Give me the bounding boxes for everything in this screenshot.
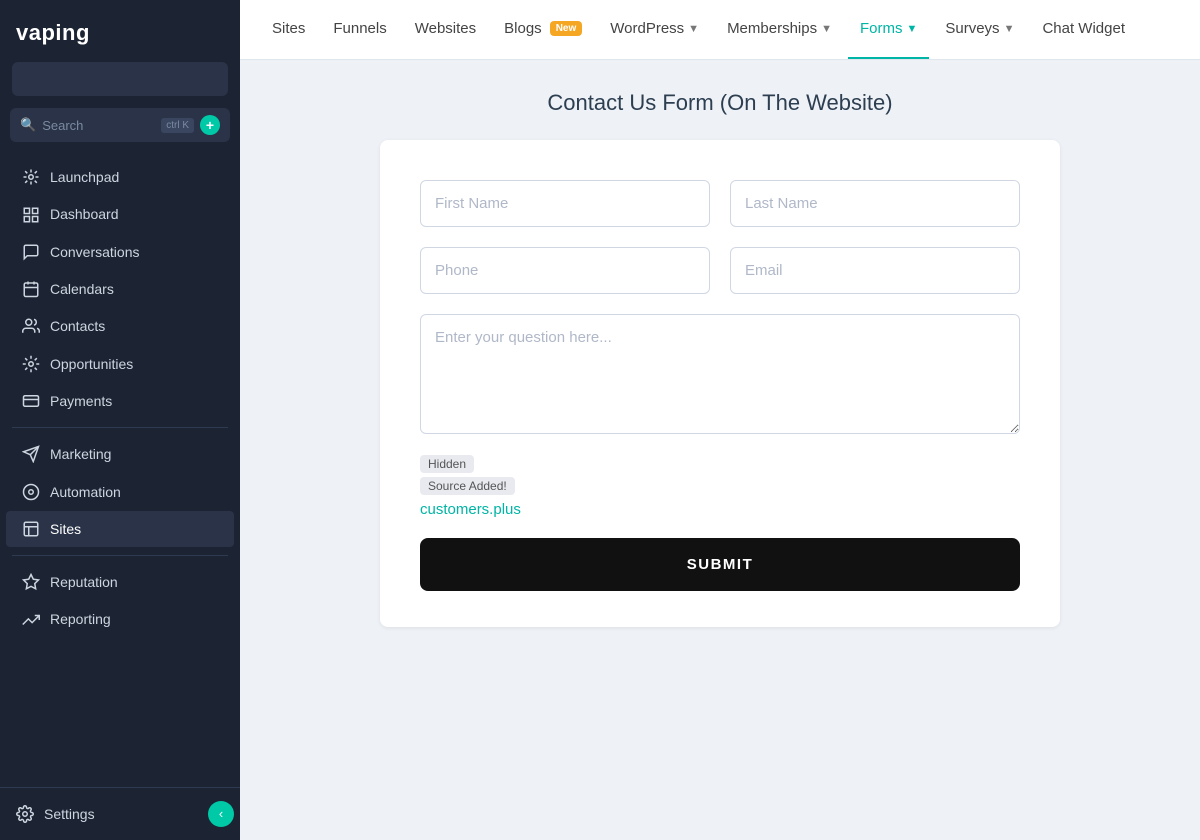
contacts-icon bbox=[22, 317, 40, 335]
topnav-item-chat-widget[interactable]: Chat Widget bbox=[1030, 0, 1137, 59]
sidebar-item-opportunities[interactable]: Opportunities bbox=[6, 345, 234, 381]
topnav-item-sites[interactable]: Sites bbox=[260, 0, 317, 59]
sidebar-item-label: Opportunities bbox=[50, 356, 133, 372]
grid-icon bbox=[22, 205, 40, 223]
search-icon: 🔍 bbox=[20, 117, 36, 133]
sidebar-item-label: Calendars bbox=[50, 281, 114, 297]
email-input[interactable] bbox=[730, 247, 1020, 294]
form-card: Hidden Source Added! customers.plus SUBM… bbox=[380, 140, 1060, 627]
chevron-down-icon: ▼ bbox=[821, 23, 832, 35]
sidebar-item-label: Marketing bbox=[50, 446, 111, 462]
sidebar-item-label: Reporting bbox=[50, 611, 111, 627]
chevron-left-icon: ‹ bbox=[219, 806, 223, 821]
sidebar-item-calendars[interactable]: Calendars bbox=[6, 271, 234, 307]
sidebar-item-label: Dashboard bbox=[50, 206, 119, 222]
automation-icon bbox=[22, 482, 40, 500]
sidebar-item-label: Launchpad bbox=[50, 169, 119, 185]
sidebar-item-label: Automation bbox=[50, 484, 121, 500]
last-name-input[interactable] bbox=[730, 180, 1020, 227]
settings-label: Settings bbox=[44, 806, 95, 822]
content-area: Contact Us Form (On The Website) Hidden … bbox=[240, 60, 1200, 840]
reputation-icon bbox=[22, 573, 40, 591]
phone-input[interactable] bbox=[420, 247, 710, 294]
new-badge: New bbox=[550, 21, 583, 36]
submit-button[interactable]: SUBMIT bbox=[420, 538, 1020, 591]
sidebar-item-label: Conversations bbox=[50, 244, 140, 260]
sidebar-item-marketing[interactable]: Marketing bbox=[6, 436, 234, 472]
topnav-item-websites[interactable]: Websites bbox=[403, 0, 488, 59]
payments-icon bbox=[22, 392, 40, 410]
search-kbd: ctrl K bbox=[161, 118, 194, 133]
sidebar-item-label: Reputation bbox=[50, 574, 118, 590]
topnav-item-memberships[interactable]: Memberships ▼ bbox=[715, 0, 844, 59]
topnav-item-blogs[interactable]: Blogs New bbox=[492, 0, 594, 59]
chevron-down-icon: ▼ bbox=[688, 23, 699, 35]
nav-divider-1 bbox=[12, 427, 228, 428]
hidden-badge: Hidden bbox=[420, 455, 474, 473]
sites-icon bbox=[22, 520, 40, 538]
sidebar-item-label: Payments bbox=[50, 393, 112, 409]
sidebar: vaping 🔍 Search ctrl K + Launchpad Dashb… bbox=[0, 0, 240, 840]
rocket-icon bbox=[22, 168, 40, 186]
sidebar-item-label: Contacts bbox=[50, 318, 105, 334]
hidden-field-section: Hidden Source Added! customers.plus bbox=[420, 455, 1020, 518]
topnav-item-forms[interactable]: Forms ▼ bbox=[848, 0, 929, 59]
sidebar-item-dashboard[interactable]: Dashboard bbox=[6, 196, 234, 232]
sidebar-item-automation[interactable]: Automation bbox=[6, 473, 234, 509]
account-bar[interactable] bbox=[12, 62, 228, 96]
top-nav: Sites Funnels Websites Blogs New WordPre… bbox=[240, 0, 1200, 60]
source-badge: Source Added! bbox=[420, 477, 515, 495]
sidebar-item-conversations[interactable]: Conversations bbox=[6, 234, 234, 270]
marketing-icon bbox=[22, 445, 40, 463]
sidebar-item-sites[interactable]: Sites bbox=[6, 511, 234, 547]
first-name-input[interactable] bbox=[420, 180, 710, 227]
name-row bbox=[420, 180, 1020, 227]
contact-row bbox=[420, 247, 1020, 294]
search-label: Search bbox=[42, 118, 155, 133]
sidebar-item-reputation[interactable]: Reputation bbox=[6, 564, 234, 600]
sidebar-item-contacts[interactable]: Contacts bbox=[6, 308, 234, 344]
teal-indicator: ‹ bbox=[208, 801, 234, 827]
sidebar-item-label: Sites bbox=[50, 521, 81, 537]
topnav-item-wordpress[interactable]: WordPress ▼ bbox=[598, 0, 711, 59]
sidebar-item-settings[interactable]: Settings bbox=[6, 796, 208, 832]
sidebar-item-payments[interactable]: Payments bbox=[6, 383, 234, 419]
sidebar-bottom: Settings ‹ bbox=[0, 787, 240, 840]
opportunities-icon bbox=[22, 354, 40, 372]
sidebar-nav: Launchpad Dashboard Conversations Calend… bbox=[0, 158, 240, 787]
search-bar[interactable]: 🔍 Search ctrl K + bbox=[10, 108, 230, 142]
app-logo: vaping bbox=[0, 0, 240, 62]
form-title: Contact Us Form (On The Website) bbox=[547, 90, 892, 116]
main-area: Sites Funnels Websites Blogs New WordPre… bbox=[240, 0, 1200, 840]
chevron-down-icon: ▼ bbox=[906, 23, 917, 35]
chevron-down-icon: ▼ bbox=[1004, 23, 1015, 35]
topnav-item-surveys[interactable]: Surveys ▼ bbox=[933, 0, 1026, 59]
sidebar-item-launchpad[interactable]: Launchpad bbox=[6, 159, 234, 195]
calendar-icon bbox=[22, 280, 40, 298]
topnav-item-funnels[interactable]: Funnels bbox=[321, 0, 398, 59]
source-url: customers.plus bbox=[420, 501, 1020, 518]
question-textarea[interactable] bbox=[420, 314, 1020, 434]
nav-divider-2 bbox=[12, 555, 228, 556]
add-button[interactable]: + bbox=[200, 115, 220, 135]
sidebar-item-reporting[interactable]: Reporting bbox=[6, 601, 234, 637]
settings-icon bbox=[16, 805, 34, 823]
reporting-icon bbox=[22, 610, 40, 628]
chat-icon bbox=[22, 243, 40, 261]
